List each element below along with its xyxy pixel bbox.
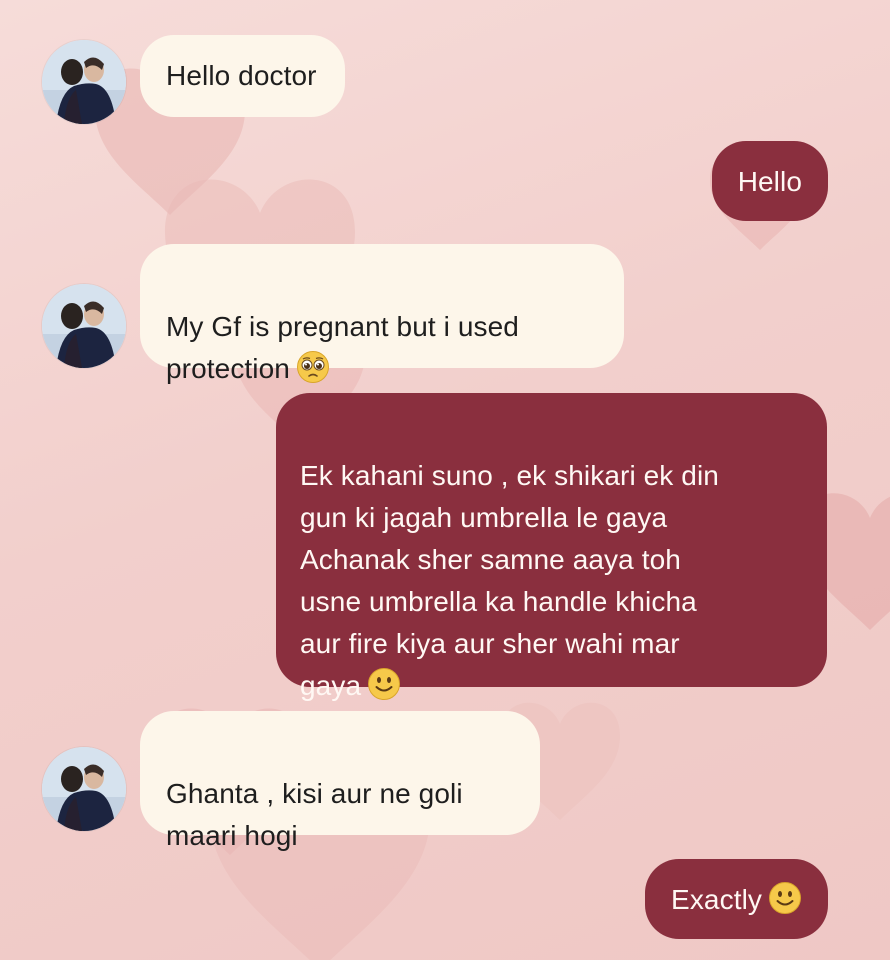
- avatar-photo-icon: [42, 747, 126, 831]
- incoming-message-bubble[interactable]: Hello doctor: [140, 35, 345, 117]
- avatar-photo-icon: [42, 40, 126, 124]
- message-text: Ghanta , kisi aur ne goli maari hogi: [166, 778, 463, 851]
- contact-avatar[interactable]: [42, 40, 126, 124]
- chat-thread: Hello doctor Hello My Gf is pregnant but…: [0, 0, 890, 960]
- slightly-smiling-face-emoji-icon: [769, 882, 801, 914]
- outgoing-message-bubble[interactable]: Exactly: [645, 859, 828, 939]
- incoming-message-bubble[interactable]: Ghanta , kisi aur ne goli maari hogi: [140, 711, 540, 851]
- outgoing-message-bubble[interactable]: Hello: [711, 141, 828, 221]
- pleading-face-emoji-icon: [296, 351, 329, 383]
- message-text: Exactly: [671, 884, 762, 915]
- avatar-photo-icon: [42, 284, 126, 368]
- outgoing-message-bubble[interactable]: Ek kahani suno , ek shikari ek din gun k…: [276, 393, 827, 701]
- message-text: Ek kahani suno , ek shikari ek din gun k…: [300, 460, 719, 701]
- incoming-message-bubble[interactable]: My Gf is pregnant but i used protection: [140, 244, 624, 384]
- message-text: Hello doctor: [166, 60, 317, 91]
- message-text: Hello: [737, 166, 802, 197]
- contact-avatar[interactable]: [42, 284, 126, 368]
- slightly-smiling-face-emoji-icon: [368, 668, 401, 700]
- message-text: My Gf is pregnant but i used protection: [166, 311, 519, 384]
- contact-avatar[interactable]: [42, 747, 126, 831]
